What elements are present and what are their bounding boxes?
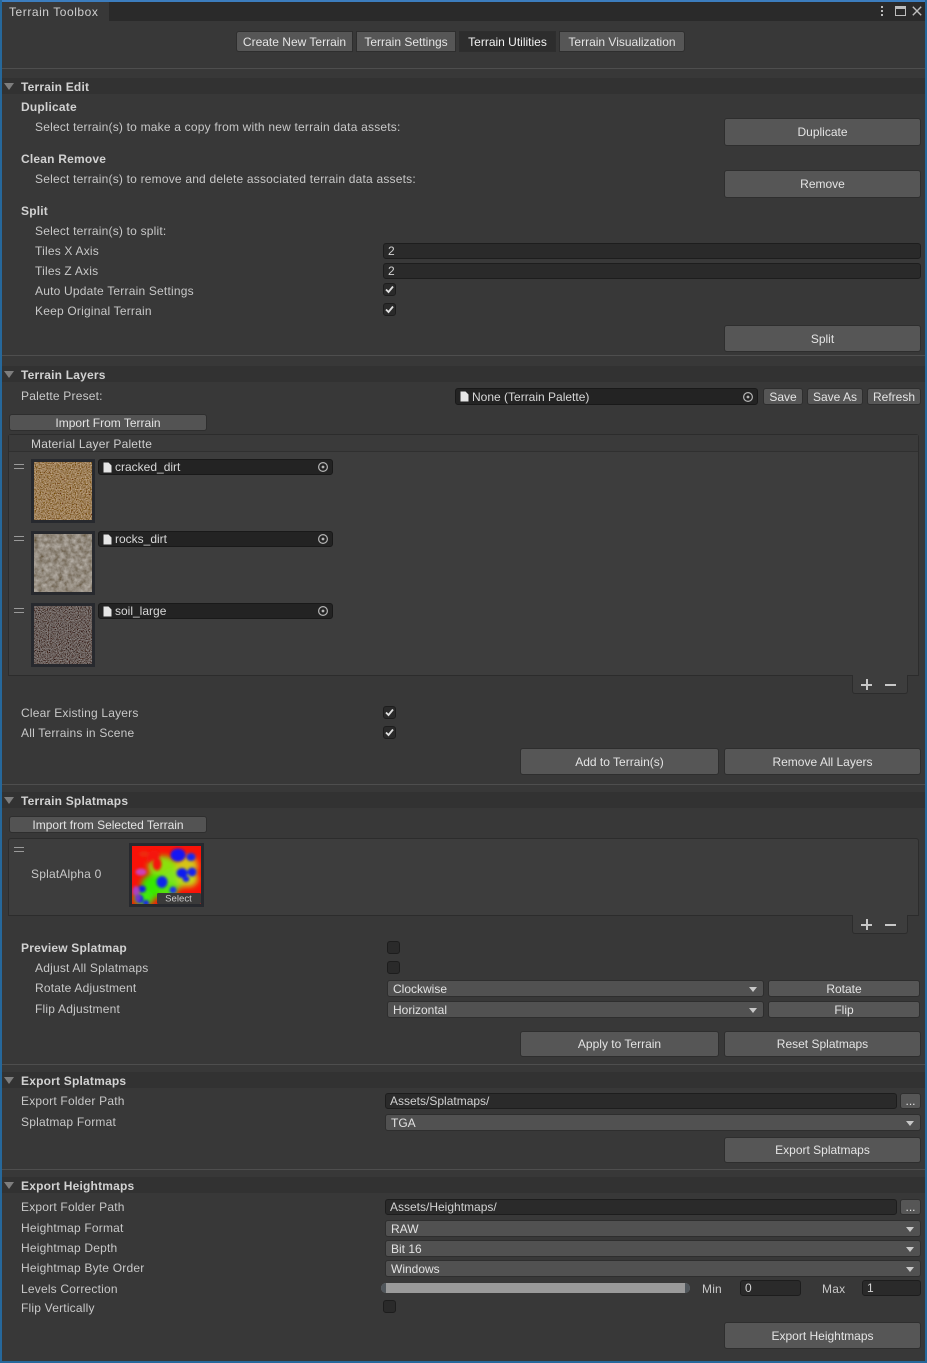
svg-text:Select: Select [165, 894, 192, 905]
